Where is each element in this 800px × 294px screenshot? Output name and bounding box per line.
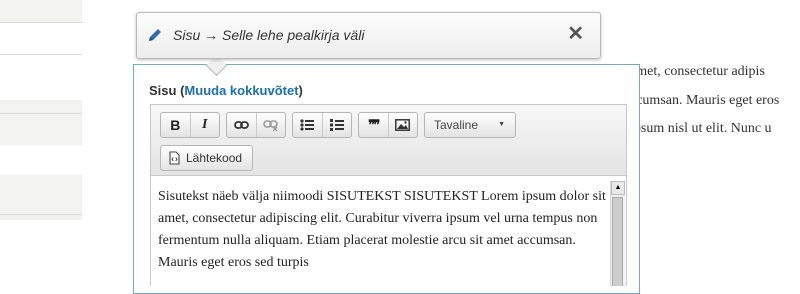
link-button-group	[226, 112, 286, 138]
field-tooltip: Sisu → Selle lehe pealkirja väli ✕	[136, 12, 601, 59]
bulleted-list-button[interactable]	[293, 113, 322, 137]
background-line: ccumsan. Mauris eget eros	[630, 92, 780, 108]
italic-button[interactable]: I	[189, 113, 220, 137]
bulleted-list-icon	[300, 119, 315, 131]
link-icon	[233, 121, 249, 129]
sidebar-divider	[0, 22, 82, 23]
close-icon[interactable]: ✕	[567, 24, 584, 44]
sidebar-divider	[0, 113, 82, 114]
background-line: amet, consectetur adipis	[630, 64, 765, 79]
unlink-button[interactable]	[255, 113, 286, 137]
numbered-list-button[interactable]	[321, 113, 352, 137]
source-icon	[169, 151, 180, 165]
chevron-down-icon: ▼	[498, 121, 505, 128]
editor-scrollbar[interactable]: ▲	[610, 181, 625, 286]
pencil-icon	[147, 27, 163, 48]
quote-icon: ❞❞	[368, 117, 380, 132]
sidebar-panel-top	[0, 0, 82, 22]
link-button[interactable]	[227, 113, 256, 137]
scroll-up-arrow[interactable]: ▲	[611, 181, 625, 195]
sidebar-divider	[0, 54, 82, 55]
scroll-thumb[interactable]	[612, 197, 623, 286]
background-article-text: amet, consectetur adipis ccumsan. Mauris…	[630, 58, 800, 144]
format-select[interactable]: Tavaline ▼	[424, 112, 516, 138]
numbered-list-icon	[329, 119, 344, 131]
source-button-label: Lähtekood	[186, 151, 243, 165]
unlink-icon	[263, 120, 279, 131]
format-select-value: Tavaline	[434, 118, 479, 132]
edit-summary-link[interactable]: Muuda kokkuvõtet	[184, 83, 298, 98]
insert-button-group: ❞❞	[358, 112, 418, 138]
image-icon	[395, 119, 411, 131]
list-button-group	[292, 112, 352, 138]
tooltip-text: Sisu → Selle lehe pealkirja väli	[173, 27, 365, 43]
format-button-group: B I	[160, 112, 220, 138]
editor-toolbar: B I ❞❞ Tavaline ▼ Lähtekood	[150, 104, 627, 176]
field-name: Sisu	[149, 83, 177, 98]
sidebar-panel	[0, 100, 82, 145]
editor-content-text[interactable]: Sisutekst näeb välja niimoodi SISUTEKST …	[158, 186, 613, 274]
sidebar-divider	[0, 214, 82, 215]
field-label: Sisu (Muuda kokkuvõtet)	[149, 83, 303, 98]
background-line: ipsum nisl ut elit. Nunc u	[630, 121, 772, 136]
blockquote-button[interactable]: ❞❞	[359, 113, 388, 137]
editor-content-area[interactable]: Sisutekst näeb välja niimoodi SISUTEKST …	[150, 176, 627, 286]
image-button[interactable]	[387, 113, 418, 137]
bold-button[interactable]: B	[161, 113, 190, 137]
source-button[interactable]: Lähtekood	[160, 145, 253, 171]
